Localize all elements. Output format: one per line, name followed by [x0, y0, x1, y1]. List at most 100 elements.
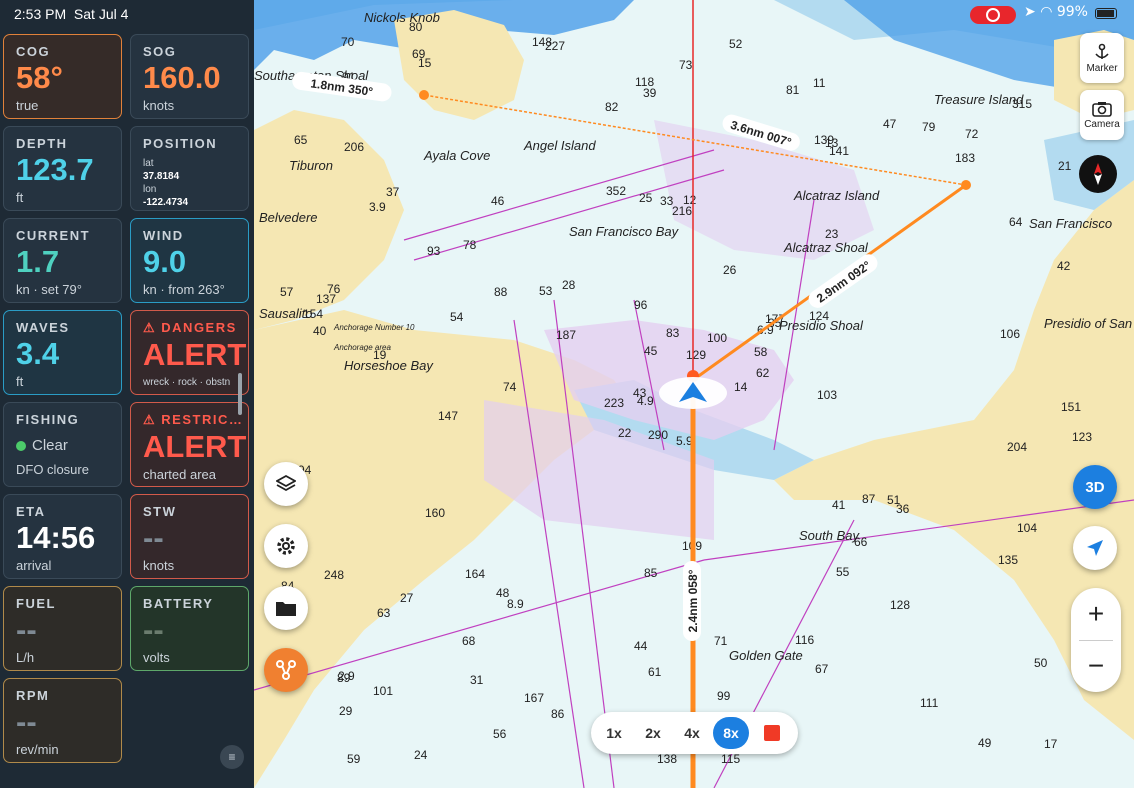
depth-sounding: 54: [450, 310, 464, 324]
sog-value: 160.0: [143, 60, 221, 95]
current-tile[interactable]: CURRENT 1.7 kn · set 79°: [3, 218, 122, 303]
battery-tile[interactable]: BATTERY -- volts: [130, 586, 249, 671]
depth-sounding: 138: [657, 752, 677, 766]
depth-sounding: 41: [832, 498, 846, 512]
files-button[interactable]: [264, 586, 308, 630]
depth-sounding: 101: [373, 684, 393, 698]
stw-value: --: [143, 520, 164, 555]
depth-sounding: 5.9: [676, 434, 693, 448]
nautical-chart-map[interactable]: 5.93.94.92.96.98.91112131415171921222324…: [254, 0, 1134, 788]
depth-sounding: 53: [539, 284, 553, 298]
fishing-tile[interactable]: FISHING Clear DFO closure: [3, 402, 122, 487]
position-tile[interactable]: POSITION lat 37.8184 lon -122.4734: [130, 126, 249, 211]
marker-icon: [1095, 43, 1109, 59]
depth-sounding: 28: [562, 278, 576, 292]
speed-8x-button[interactable]: 8x: [713, 717, 749, 749]
restricted-unit: charted area: [143, 467, 216, 482]
sidebar-scrollbar[interactable]: [238, 373, 242, 415]
fuel-tile[interactable]: FUEL -- L/h: [3, 586, 122, 671]
stop-icon[interactable]: [764, 725, 780, 741]
depth-sounding: 106: [1000, 327, 1020, 341]
depth-sounding: 63: [377, 606, 391, 620]
depth-sounding: 141: [829, 144, 849, 158]
depth-sounding: 128: [890, 598, 910, 612]
depth-sounding: 227: [545, 39, 565, 53]
place-name: Ayala Cove: [423, 148, 490, 163]
depth-sounding: 72: [965, 127, 979, 141]
depth-sounding: 25: [639, 191, 653, 205]
battery-icon: [1095, 8, 1117, 19]
depth-sounding: 17: [1044, 737, 1058, 751]
depth-sounding: 47: [883, 117, 897, 131]
locate-button[interactable]: [1073, 526, 1117, 570]
sog-unit: knots: [143, 98, 175, 113]
instrument-sidebar: 2:53 PM Sat Jul 4 COG 58° true SOG 160.0…: [0, 0, 254, 788]
dangers-unit: wreck · rock · obstn: [143, 377, 231, 388]
settings-sliders-icon[interactable]: ≡: [220, 745, 244, 769]
route-button[interactable]: [264, 648, 308, 692]
waypoint-marker[interactable]: [961, 180, 971, 190]
depth-sounding: 129: [686, 348, 706, 362]
3d-toggle-button[interactable]: 3D: [1073, 465, 1117, 509]
depth-sounding: 167: [524, 691, 544, 705]
restricted-tile[interactable]: ⚠ RESTRIC… ALERT charted area: [130, 402, 249, 487]
eta-tile[interactable]: ETA 14:56 arrival: [3, 494, 122, 579]
speed-2x-button[interactable]: 2x: [635, 717, 671, 749]
zoom-out-button[interactable]: −: [1071, 640, 1121, 692]
depth-sounding: 62: [756, 366, 770, 380]
depth-sounding: 187: [556, 328, 576, 342]
layers-button[interactable]: [264, 462, 308, 506]
depth-sounding: 116: [795, 633, 814, 647]
depth-sounding: 74: [503, 380, 517, 394]
chart-canvas[interactable]: 5.93.94.92.96.98.91112131415171921222324…: [254, 0, 1134, 788]
sog-tile[interactable]: SOG 160.0 knots: [130, 34, 249, 119]
compass-icon[interactable]: [1079, 155, 1117, 193]
depth-label: DEPTH: [16, 136, 68, 151]
cog-tile[interactable]: COG 58° true: [3, 34, 122, 119]
place-name: South Bay: [799, 528, 860, 543]
depth-sounding: 40: [313, 324, 327, 338]
cog-value: 58°: [16, 60, 63, 95]
place-name: San Francisco Bay: [569, 224, 680, 239]
status-dot-icon: [16, 441, 26, 452]
waypoint-marker[interactable]: [419, 90, 429, 100]
playback-speed-bar: 1x 2x 4x 8x: [591, 712, 798, 754]
depth-sounding: 87: [862, 492, 876, 506]
depth-sounding: 69: [412, 47, 426, 61]
camera-label: Camera: [1084, 118, 1120, 130]
depth-sounding: 52: [729, 37, 743, 51]
settings-button[interactable]: [264, 524, 308, 568]
gear-icon: [277, 537, 295, 555]
depth-tile[interactable]: DEPTH 123.7 ft: [3, 126, 122, 211]
compass-needle: [1094, 163, 1102, 185]
depth-sounding: 79: [922, 120, 936, 134]
waves-tile[interactable]: WAVES 3.4 ft: [3, 310, 122, 395]
recording-indicator[interactable]: [970, 6, 1016, 24]
record-icon: [986, 8, 1000, 22]
dangers-tile[interactable]: ⚠ DANGERS ALERT wreck · rock · obstn: [130, 310, 249, 395]
depth-sounding: 111: [920, 696, 939, 710]
eta-label: ETA: [16, 504, 46, 519]
current-label: CURRENT: [16, 228, 91, 243]
wind-label: WIND: [143, 228, 184, 243]
speed-4x-button[interactable]: 4x: [674, 717, 710, 749]
rpm-label: RPM: [16, 688, 50, 703]
speed-1x-button[interactable]: 1x: [596, 717, 632, 749]
depth-sounding: 26: [723, 263, 737, 277]
place-name: Treasure Island: [934, 92, 1024, 107]
marker-button[interactable]: Marker: [1080, 33, 1124, 83]
depth-sounding: 67: [815, 662, 829, 676]
stw-tile[interactable]: STW -- knots: [130, 494, 249, 579]
waves-unit: ft: [16, 374, 24, 389]
status-time: 2:53 PM Sat Jul 4: [14, 6, 129, 22]
depth-sounding: 104: [1017, 521, 1037, 535]
wind-tile[interactable]: WIND 9.0 kn · from 263°: [130, 218, 249, 303]
depth-sounding: 248: [324, 568, 344, 582]
rpm-tile[interactable]: RPM -- rev/min: [3, 678, 122, 763]
depth-sounding: 123: [1072, 430, 1092, 444]
depth-sounding: 57: [280, 285, 294, 299]
depth-sounding: 22: [618, 426, 632, 440]
location-arrow-icon: ➤: [1024, 4, 1036, 20]
camera-button[interactable]: Camera: [1080, 90, 1124, 140]
zoom-in-button[interactable]: +: [1071, 588, 1121, 640]
